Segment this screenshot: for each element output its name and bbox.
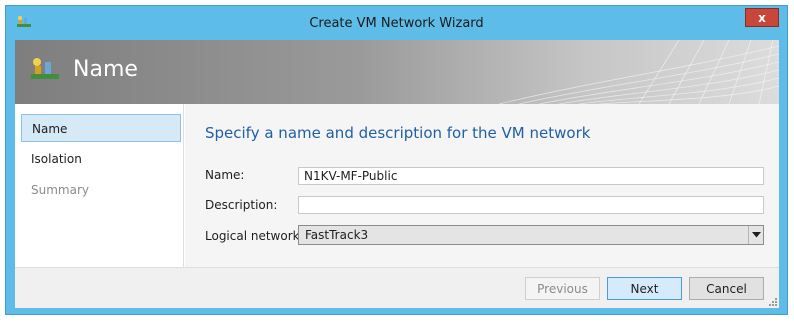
sidebar-item-summary: Summary: [31, 183, 89, 197]
previous-button: Previous: [525, 277, 600, 300]
title-bar[interactable]: Create VM Network Wizard x: [6, 6, 787, 40]
main-panel: Specify a name and description for the V…: [185, 104, 779, 267]
next-button[interactable]: Next: [607, 277, 682, 300]
resize-grip-icon[interactable]: [767, 296, 777, 306]
header-banner: Name: [15, 40, 779, 104]
description-field[interactable]: [298, 196, 764, 214]
cancel-button[interactable]: Cancel: [689, 277, 764, 300]
wizard-body: Name Name Isolation Summary Specify a na…: [15, 40, 779, 308]
button-bar: Previous Next Cancel: [15, 267, 779, 308]
sidebar-item-isolation[interactable]: Isolation: [21, 145, 181, 173]
network-wizard-icon: [31, 58, 59, 79]
logical-network-label: Logical network:: [205, 229, 304, 243]
chevron-down-icon[interactable]: [748, 226, 763, 244]
description-label: Description:: [205, 198, 278, 212]
section-heading: Specify a name and description for the V…: [205, 124, 591, 142]
close-button[interactable]: x: [745, 8, 779, 27]
wizard-window: Create VM Network Wizard x Name Name Iso…: [5, 5, 788, 315]
window-title: Create VM Network Wizard: [309, 16, 484, 31]
name-field[interactable]: [298, 167, 764, 185]
logical-network-dropdown[interactable]: FastTrack3: [298, 225, 764, 245]
sidebar-item-name[interactable]: Name: [21, 114, 181, 142]
wizard-steps-sidebar: Name Isolation Summary: [15, 104, 184, 267]
banner-wave-graphic: [498, 40, 779, 104]
name-label: Name:: [205, 168, 245, 182]
page-title: Name: [73, 57, 138, 82]
logical-network-value: FastTrack3: [305, 228, 369, 242]
